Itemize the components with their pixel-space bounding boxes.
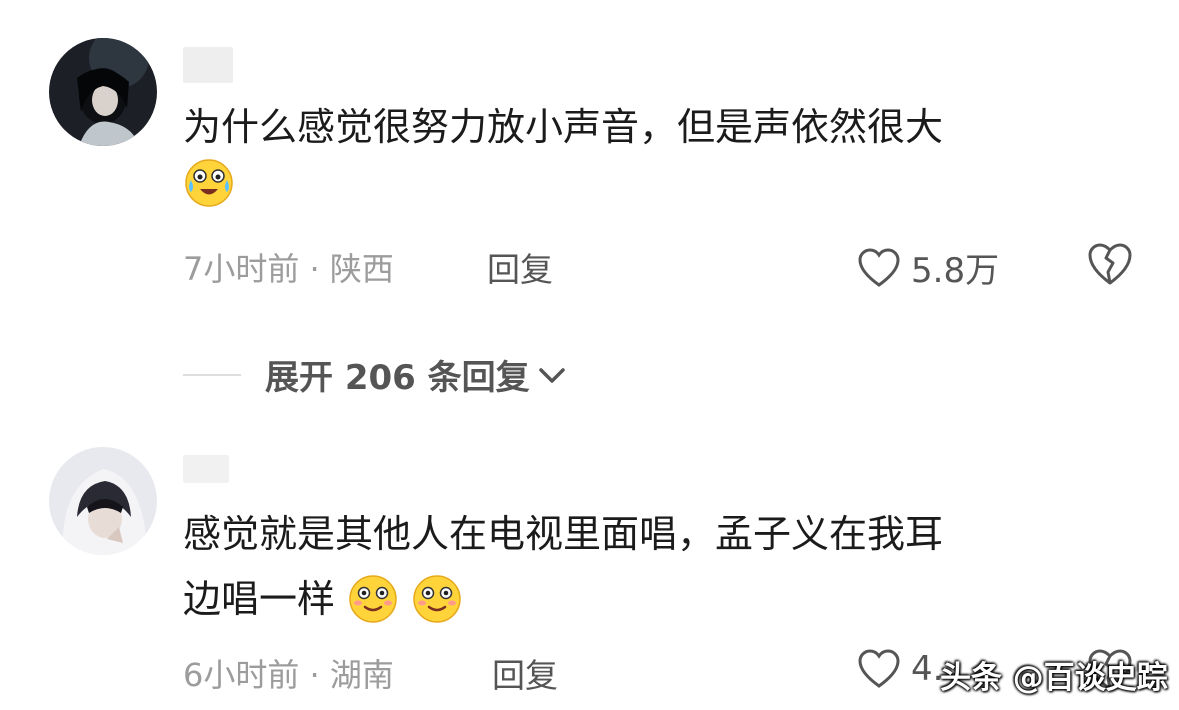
username-redacted[interactable] <box>183 47 233 83</box>
comment-text-line2: 边唱一样 <box>183 570 463 628</box>
comment-location: 湖南 <box>329 656 394 694</box>
like-count: 5.8万 <box>911 251 1000 291</box>
expand-replies-label: 展开 206 条回复 <box>265 358 530 398</box>
comment-time: 6小时前 <box>183 656 300 694</box>
laughing-crying-emoji-icon <box>183 156 235 208</box>
heart-icon <box>858 247 900 287</box>
avatar[interactable] <box>49 447 157 555</box>
meta-separator: · <box>309 656 320 694</box>
comment-meta: 6小时前 · 湖南 <box>183 650 394 696</box>
smiling-blush-emoji-icon <box>347 572 399 624</box>
like-count: 4. <box>911 649 944 689</box>
comment-meta: 7小时前 · 陕西 <box>183 244 394 290</box>
reply-button[interactable]: 回复 <box>492 649 558 697</box>
comment-text-continued: 边唱一样 <box>183 577 336 621</box>
divider <box>183 373 241 376</box>
expand-replies[interactable]: 展开 206 条回复 <box>183 350 568 399</box>
watermark: 头条 @百谈史踪 <box>940 660 1168 696</box>
comment-location: 陕西 <box>329 250 394 288</box>
broken-heart-icon[interactable] <box>1086 241 1134 287</box>
like-button[interactable]: 4. <box>857 648 943 690</box>
like-button[interactable]: 5.8万 <box>857 243 999 292</box>
comment-text: 为什么感觉很努力放小声音，但是声依然很大 <box>183 105 944 149</box>
comment-text: 感觉就是其他人在电视里面唱，孟子义在我耳 <box>183 512 944 556</box>
comment-emoji-row <box>183 159 235 212</box>
username-redacted[interactable] <box>183 455 229 483</box>
avatar[interactable] <box>49 38 157 146</box>
heart-icon <box>858 649 900 688</box>
comment-time: 7小时前 <box>183 250 300 288</box>
chevron-down-icon <box>538 367 565 383</box>
meta-separator: · <box>309 250 320 288</box>
smiling-blush-emoji-icon <box>411 572 463 624</box>
reply-button[interactable]: 回复 <box>487 243 553 291</box>
